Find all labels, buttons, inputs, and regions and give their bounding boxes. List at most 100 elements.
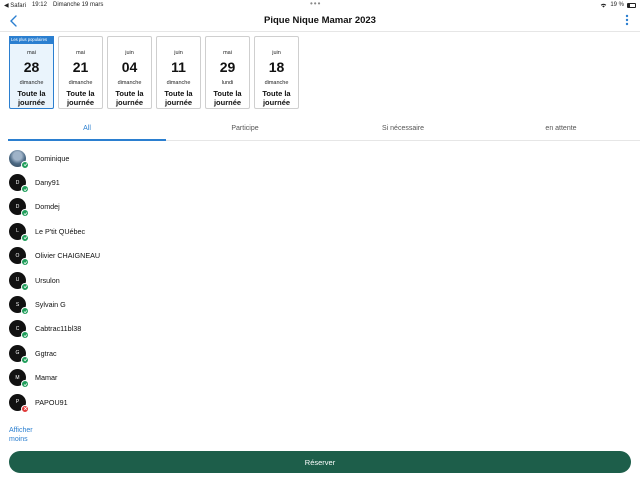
participant-name: Mamar (35, 373, 58, 383)
list-item[interactable]: D Dany91 (9, 170, 609, 194)
avatar-initial: L (16, 228, 19, 235)
reserve-button[interactable]: Réserver (9, 451, 631, 473)
avatar: S (9, 296, 29, 316)
participant-name: Sylvain G (35, 300, 66, 310)
date-weekday: dimanche (166, 80, 191, 86)
date-card[interactable]: juin 18 dimanche Toute la journée (254, 36, 299, 109)
avatar: D (9, 174, 29, 194)
check-icon (23, 212, 27, 216)
date-day: 18 (268, 59, 285, 75)
check-icon (23, 334, 27, 338)
date-month: mai (223, 50, 232, 56)
participant-name: Le P'tit QUébec (35, 226, 86, 236)
battery-percent: 19 % (610, 2, 624, 8)
status-date: Dimanche 19 mars (52, 2, 104, 8)
attending-status-badge (21, 258, 29, 267)
list-item[interactable]: U Ursulon (9, 268, 609, 292)
tab-all[interactable]: All (8, 121, 166, 141)
list-item[interactable]: P PAPOU91 (9, 390, 609, 414)
date-month: mai (76, 50, 85, 56)
avatar: C (9, 320, 29, 340)
avatar: P (9, 393, 29, 413)
check-icon (23, 285, 27, 289)
avatar: G (9, 344, 29, 364)
participant-list: Dominique D Dany91 D Domdej L Le P'tit QUébec O… (9, 146, 609, 414)
date-card[interactable]: juin 11 dimanche Toute la journée (156, 36, 201, 109)
date-month: juin (174, 50, 183, 56)
participant-name: Dany91 (35, 178, 60, 188)
attending-status-badge (21, 233, 29, 242)
date-month: juin (272, 50, 281, 56)
avatar-initial: D (15, 179, 20, 186)
check-icon (23, 382, 27, 386)
list-item[interactable]: C Cabtrac11bl38 (9, 317, 609, 341)
attending-status-badge (21, 160, 29, 169)
participant-name: Cabtrac11bl38 (35, 324, 82, 334)
avatar-initial: D (15, 203, 20, 210)
date-card[interactable]: Les plus populaires mai 28 dimanche Toute la… (9, 36, 54, 109)
check-icon (23, 309, 27, 313)
date-card[interactable]: mai 21 dimanche Toute la journée (58, 36, 103, 109)
participant-name: PAPOU91 (35, 397, 68, 407)
show-less-link[interactable]: Afficher moins (9, 426, 49, 444)
date-weekday: dimanche (19, 80, 44, 86)
tab-si-n-cessaire[interactable]: Si nécessaire (324, 121, 482, 140)
avatar: L (9, 222, 29, 242)
avatar-initial: G (15, 350, 20, 357)
check-icon (23, 236, 27, 240)
list-item[interactable]: M Mamar (9, 366, 609, 390)
participant-name: Olivier CHAIGNEAU (35, 251, 101, 261)
date-time-slot: Toute la journée (213, 89, 242, 107)
participant-name: Ggtrac (35, 348, 57, 358)
date-weekday: dimanche (68, 80, 93, 86)
declined-status-badge (21, 404, 29, 413)
wifi-icon (601, 3, 607, 7)
list-item[interactable]: O Olivier CHAIGNEAU (9, 244, 609, 268)
back-to-app-label[interactable]: ◀ Safari (4, 2, 26, 9)
attending-status-badge (21, 331, 29, 340)
avatar (9, 149, 29, 169)
list-item[interactable]: L Le P'tit QUébec (9, 219, 609, 243)
avatar-initial: C (15, 325, 20, 332)
filter-tabs: All Participe Si nécessaire en attente (8, 121, 640, 141)
list-item[interactable]: S Sylvain G (9, 292, 609, 316)
date-time-slot: Toute la journée (164, 89, 193, 107)
date-day: 21 (72, 59, 89, 75)
date-day: 28 (23, 59, 40, 75)
multitasking-dots-icon[interactable]: ••• (310, 0, 321, 8)
tab-participe[interactable]: Participe (166, 121, 324, 140)
date-weekday: dimanche (117, 80, 142, 86)
attending-status-badge (21, 282, 29, 291)
date-month: juin (125, 50, 134, 56)
attending-status-badge (21, 209, 29, 218)
check-icon (23, 260, 27, 264)
status-right: 19 % (600, 2, 636, 8)
status-left: ◀ Safari 19:12 Dimanche 19 mars (4, 2, 103, 9)
check-icon (23, 163, 27, 167)
kebab-menu-icon (625, 14, 629, 26)
avatar-initial: O (15, 252, 20, 259)
avatar-initial: U (15, 277, 20, 284)
participant-name: Dominique (35, 153, 70, 163)
participant-name: Ursulon (35, 275, 60, 285)
date-card[interactable]: mai 29 lundi Toute la journée (205, 36, 250, 109)
list-item[interactable]: G Ggtrac (9, 341, 609, 365)
date-month: mai (27, 50, 36, 56)
avatar-initial: M (15, 374, 20, 381)
tab-en-attente[interactable]: en attente (482, 121, 640, 140)
list-item[interactable]: Dominique (9, 146, 609, 170)
date-card[interactable]: juin 04 dimanche Toute la journée (107, 36, 152, 109)
header: Pique Nique Mamar 2023 (0, 10, 640, 32)
attending-status-badge (21, 307, 29, 316)
date-day: 29 (219, 59, 236, 75)
participant-name: Domdej (35, 202, 60, 212)
avatar: D (9, 198, 29, 218)
cross-icon (23, 407, 27, 411)
avatar-initial: P (15, 399, 20, 406)
date-options: Les plus populaires mai 28 dimanche Toute la… (9, 36, 299, 109)
list-item[interactable]: D Domdej (9, 195, 609, 219)
date-day: 11 (171, 59, 186, 75)
attending-status-badge (21, 355, 29, 364)
more-options-button[interactable] (624, 13, 630, 27)
date-time-slot: Toute la journée (66, 89, 95, 107)
